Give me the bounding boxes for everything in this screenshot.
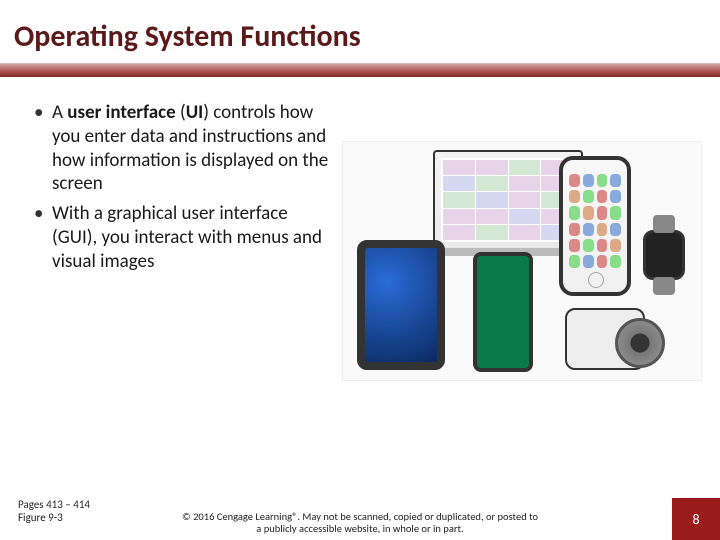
text: With a graphical user interface (GUI), y… xyxy=(52,202,322,273)
tablet-icon xyxy=(357,240,445,370)
smartwatch-icon xyxy=(643,230,685,280)
devices-image xyxy=(342,141,702,381)
figure-ref: Figure 9-3 xyxy=(18,511,90,524)
bold-text: user interface xyxy=(67,101,175,124)
text: ( xyxy=(176,101,186,124)
footer-references: Pages 413 – 414 Figure 9-3 xyxy=(18,498,90,524)
smartphone-icon xyxy=(559,156,631,296)
pages-ref: Pages 413 – 414 xyxy=(18,498,90,511)
phone-icon xyxy=(473,252,533,372)
slide-title: Operating System Functions xyxy=(14,18,706,55)
text: A xyxy=(52,101,67,124)
camera-icon xyxy=(565,308,645,370)
bullet-list: A user interface (UI) controls how you e… xyxy=(32,101,332,381)
bold-text: UI xyxy=(186,101,203,124)
accent-bar xyxy=(0,63,720,77)
bullet-item: With a graphical user interface (GUI), y… xyxy=(32,202,332,273)
page-number: 8 xyxy=(672,498,720,540)
copyright-text: © 2016 Cengage Learning®. May not be sca… xyxy=(180,511,540,536)
bullet-item: A user interface (UI) controls how you e… xyxy=(32,101,332,196)
